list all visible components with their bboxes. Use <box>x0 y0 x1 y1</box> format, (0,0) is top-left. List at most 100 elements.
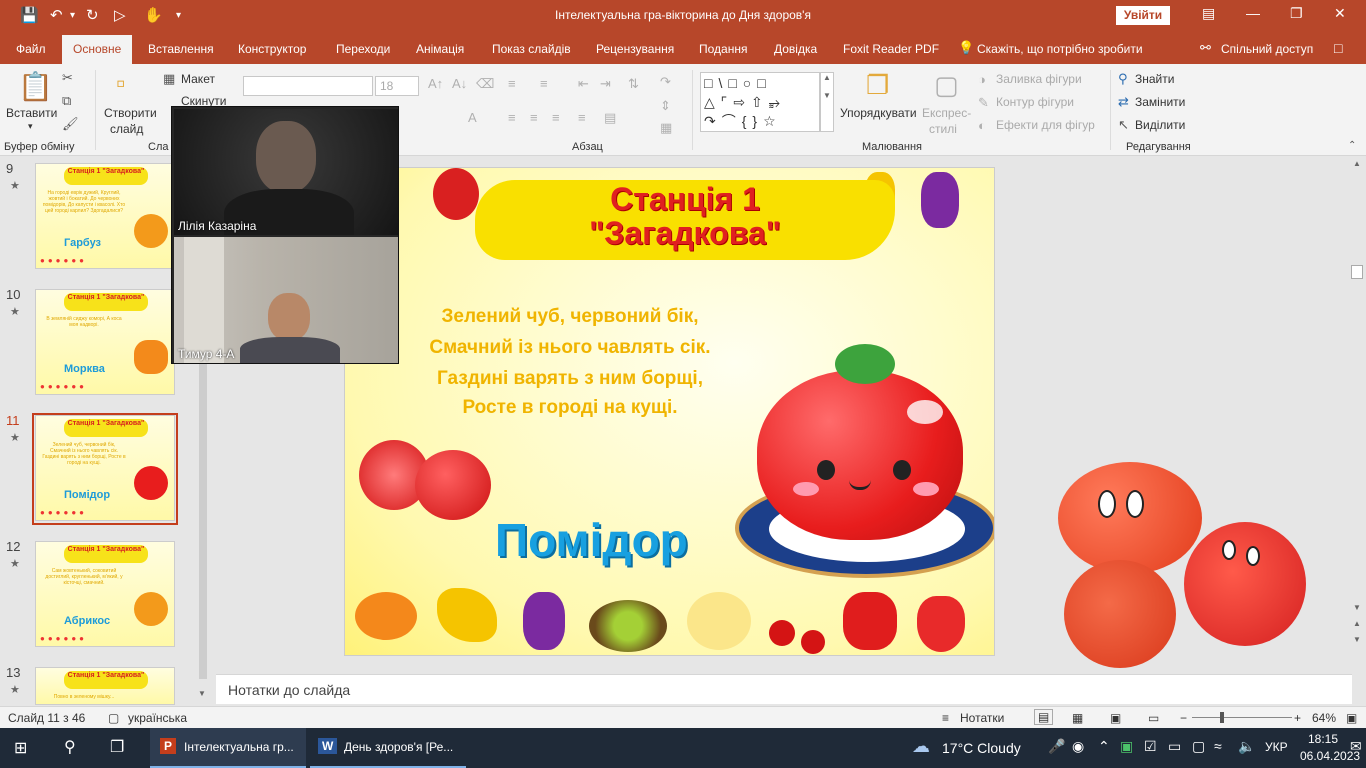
tab-transitions[interactable]: Переходи <box>336 42 390 56</box>
tab-insert[interactable]: Вставлення <box>148 42 214 56</box>
paste-button[interactable]: Вставити <box>6 106 57 120</box>
slide-thumbnail[interactable]: Станція 1 "Загадкова" В земляній сиджу к… <box>35 289 175 395</box>
windows-start-icon[interactable]: ⊞ <box>14 738 27 758</box>
close-icon[interactable]: ✕ <box>1334 5 1346 22</box>
tab-file[interactable]: Файл <box>16 42 46 56</box>
reading-view-icon[interactable]: ▣ <box>1110 711 1121 725</box>
shape-outline-button[interactable]: Контур фігури <box>996 95 1074 109</box>
font-family-select[interactable] <box>243 76 373 96</box>
tab-animations[interactable]: Анімація <box>416 42 464 56</box>
volume-icon[interactable]: 🔈 <box>1238 738 1255 755</box>
zoom-level[interactable]: 64% <box>1312 711 1336 725</box>
tab-home[interactable]: Основне <box>62 35 133 64</box>
shapes-gallery[interactable]: □\□○□ △⌜⇨⇧⥵ ↷⌒{}☆ <box>700 72 820 132</box>
display-icon[interactable]: ▢ <box>1192 738 1205 755</box>
previous-slide-icon[interactable]: ▲ <box>1353 619 1361 628</box>
increase-font-icon[interactable]: A↑ <box>428 76 443 91</box>
new-slide-icon[interactable]: ▫ <box>116 68 125 99</box>
comments-icon[interactable]: □ <box>1334 40 1342 56</box>
numbering-icon[interactable]: ≡ <box>540 76 548 91</box>
copy-icon[interactable]: ⧉ <box>62 93 71 109</box>
tab-slideshow[interactable]: Показ слайдів <box>492 42 571 56</box>
show-hidden-icon[interactable]: ⌃ <box>1098 738 1110 755</box>
slide-canvas[interactable]: Станція 1 "Загадкова" Зелений чуб, черво… <box>344 167 995 656</box>
fit-to-window-icon[interactable]: ▣ <box>1346 711 1357 725</box>
taskbar-app-word[interactable]: W День здоров'я [Ре... <box>310 728 466 768</box>
task-view-icon[interactable]: ❐ <box>110 737 124 757</box>
collapse-ribbon-icon[interactable]: ⌃ <box>1348 140 1356 151</box>
replace-button[interactable]: Замінити <box>1135 95 1185 109</box>
notes-pane[interactable]: Нотатки до слайда <box>216 674 1352 704</box>
tab-review[interactable]: Рецензування <box>596 42 674 56</box>
increase-indent-icon[interactable]: ⇥ <box>600 76 611 92</box>
taskbar-app-powerpoint[interactable]: P Інтелектуальна гр... <box>150 728 306 768</box>
scroll-down-icon[interactable]: ▼ <box>198 689 206 698</box>
slide-thumbnail[interactable]: Станція 1 "Загадкова" На городі еврік ду… <box>35 163 175 269</box>
slide-thumbnail[interactable]: Станція 1 "Загадкова" Повно в зеленому м… <box>35 667 175 705</box>
format-painter-icon[interactable]: 🖌 <box>62 116 79 132</box>
app-tray-icon[interactable]: ▣ <box>1120 738 1133 755</box>
zoom-in-icon[interactable]: + <box>1294 711 1301 725</box>
tab-help[interactable]: Довідка <box>774 42 817 56</box>
slide-sorter-icon[interactable]: ▦ <box>1072 711 1083 725</box>
weather-text[interactable]: 17°C Cloudy <box>942 740 1021 756</box>
slide-thumbnail[interactable]: Станція 1 "Загадкова" Сам жовтенький, со… <box>35 541 175 647</box>
new-slide-button[interactable]: Створити <box>104 106 157 120</box>
network-icon[interactable]: ▭ <box>1168 738 1181 755</box>
minimize-icon[interactable]: — <box>1246 5 1260 21</box>
font-size-select[interactable]: 18 <box>375 76 419 96</box>
search-icon[interactable]: ⚲ <box>64 737 76 757</box>
tab-view[interactable]: Подання <box>699 42 747 56</box>
quick-styles-button[interactable]: Експрес- <box>922 106 971 120</box>
restore-icon[interactable]: ❐ <box>1290 5 1303 22</box>
tab-foxit[interactable]: Foxit Reader PDF <box>843 42 939 56</box>
align-text-icon[interactable]: ⇕ <box>660 98 671 114</box>
ribbon-display-icon[interactable]: ▤ <box>1202 5 1215 22</box>
share-button[interactable]: Спільний доступ <box>1221 42 1313 56</box>
scroll-thumb[interactable] <box>1351 265 1363 279</box>
slide-scrollbar[interactable]: ▲ ▼ ▲ ▼ <box>1349 157 1366 717</box>
shape-effects-button[interactable]: Ефекти для фігур <box>996 118 1095 132</box>
align-right-icon[interactable]: ≡ <box>552 110 560 125</box>
justify-icon[interactable]: ≡ <box>578 110 586 125</box>
spellcheck-icon[interactable]: ▢ <box>108 711 119 725</box>
clear-format-icon[interactable]: ⌫ <box>476 76 494 92</box>
zoom-out-icon[interactable]: − <box>1180 711 1187 725</box>
text-direction-icon[interactable]: ↷ <box>660 74 671 90</box>
signin-button[interactable]: Увійти <box>1116 6 1170 25</box>
security-icon[interactable]: ☑ <box>1144 738 1157 755</box>
zoom-app-icon[interactable]: ◉ <box>1072 738 1084 755</box>
scroll-up-icon[interactable]: ▲ <box>1353 159 1361 168</box>
tab-design[interactable]: Конструктор <box>238 42 306 56</box>
next-slide-icon[interactable]: ▼ <box>1353 635 1361 644</box>
clipboard-icon[interactable]: 📋 <box>18 70 53 103</box>
find-button[interactable]: Знайти <box>1135 72 1174 86</box>
arrange-button[interactable]: Упорядкувати <box>840 106 917 120</box>
notifications-icon[interactable]: ✉ <box>1350 738 1362 755</box>
zoom-slider[interactable] <box>1192 712 1292 723</box>
decrease-indent-icon[interactable]: ⇤ <box>578 76 589 92</box>
slideshow-view-icon[interactable]: ▭ <box>1148 711 1159 725</box>
clock-time[interactable]: 18:15 <box>1308 732 1338 746</box>
columns-icon[interactable]: ▤ <box>604 110 616 126</box>
align-left-icon[interactable]: ≡ <box>508 110 516 125</box>
shape-fill-button[interactable]: Заливка фігури <box>996 72 1082 86</box>
paste-dropdown-icon[interactable]: ▾ <box>28 121 33 132</box>
cut-icon[interactable]: ✂ <box>62 70 73 86</box>
font-color-icon[interactable]: A <box>468 110 477 125</box>
video-call-panel[interactable]: Лілія Казаріна Тимур 4-А <box>171 106 399 364</box>
normal-view-icon[interactable]: ▤ <box>1034 709 1054 725</box>
align-center-icon[interactable]: ≡ <box>530 110 538 125</box>
select-button[interactable]: Виділити <box>1135 118 1185 132</box>
language-indicator[interactable]: українська <box>128 711 187 725</box>
shapes-scroll[interactable]: ▲ ▼ <box>820 72 834 132</box>
keyboard-language[interactable]: УКР <box>1265 740 1288 754</box>
bullets-icon[interactable]: ≡ <box>508 76 516 91</box>
microphone-icon[interactable]: 🎤 <box>1048 738 1065 755</box>
tell-me-search[interactable]: Скажіть, що потрібно зробити <box>977 42 1143 56</box>
decrease-font-icon[interactable]: A↓ <box>452 76 467 91</box>
wifi-icon[interactable]: ≈ <box>1214 738 1222 754</box>
line-spacing-icon[interactable]: ⇅ <box>628 76 639 92</box>
zoom-slider-thumb[interactable] <box>1220 712 1224 723</box>
layout-button[interactable]: Макет <box>181 72 215 86</box>
